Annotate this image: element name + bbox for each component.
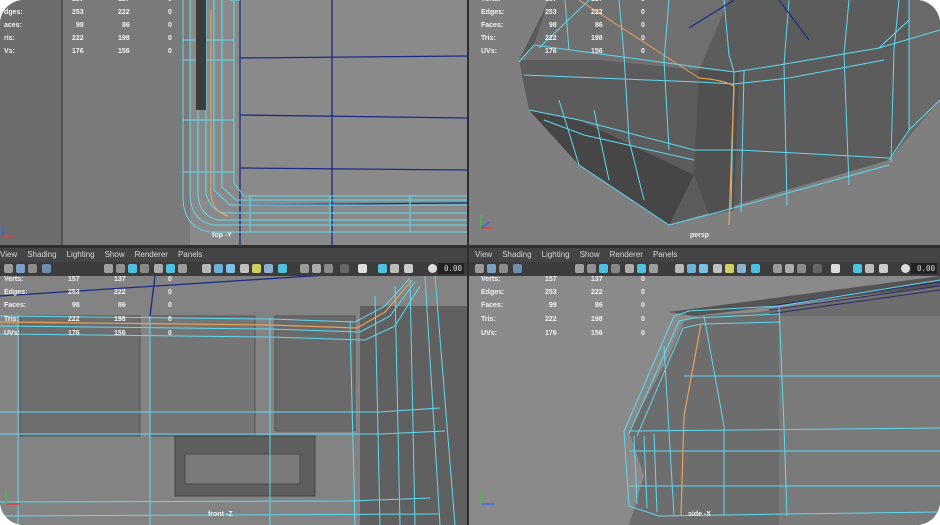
axis-gizmo-icon <box>480 215 493 229</box>
stats-hud-side: Verts: 157 137 0 Edges: 253 222 0 Faces: 98 86 0 … <box>481 276 645 337</box>
axis-gizmo-icon <box>480 491 495 505</box>
isolate-select-icon[interactable] <box>300 264 309 273</box>
viewport-label-side: side -X <box>688 511 711 518</box>
menu-show[interactable]: Show <box>580 248 600 262</box>
xray-joints-icon[interactable] <box>312 264 321 273</box>
frame-selected-icon[interactable] <box>390 264 399 273</box>
menu-shading[interactable]: Shading <box>502 248 531 262</box>
shadows-icon[interactable] <box>252 264 261 273</box>
xray-active-icon[interactable] <box>797 264 806 273</box>
grid-icon[interactable] <box>104 264 113 273</box>
viewport-label-persp: persp <box>690 232 710 239</box>
panel-menu-bar: View Shading Lighting Show Renderer Panels <box>469 248 940 262</box>
film-gate-icon[interactable] <box>587 264 596 273</box>
smooth-shade-icon[interactable] <box>166 264 175 273</box>
camera-attrs-icon[interactable] <box>16 264 25 273</box>
wireframe-icon[interactable] <box>154 264 163 273</box>
menu-panels[interactable]: Panels <box>653 248 677 262</box>
panel-menu-bar: View Shading Lighting Show Renderer Panels <box>0 248 467 262</box>
panel-toolbar: 0.00 <box>0 262 467 276</box>
menu-lighting[interactable]: Lighting <box>542 248 570 262</box>
lights-icon[interactable] <box>240 264 249 273</box>
resolution-gate-icon[interactable] <box>128 264 137 273</box>
film-gate-icon[interactable] <box>116 264 125 273</box>
exposure-icon[interactable] <box>428 264 437 273</box>
wireframe-on-shaded-icon[interactable] <box>687 264 696 273</box>
cube-icon[interactable] <box>675 264 684 273</box>
panel-toolbar: 0.00 <box>469 262 940 276</box>
xray-icon[interactable] <box>226 264 235 273</box>
textured-icon[interactable] <box>178 264 187 273</box>
motion-blur-icon[interactable] <box>278 264 287 273</box>
tumble-icon[interactable] <box>404 264 413 273</box>
frame-selected-icon[interactable] <box>865 264 874 273</box>
tumble-icon[interactable] <box>879 264 888 273</box>
viewport-front[interactable]: View Shading Lighting Show Renderer Panels <box>0 248 467 525</box>
cube-icon[interactable] <box>202 264 211 273</box>
maya-four-view-layout: 1571370 dges:2532220 aces:98860 ris:2221… <box>0 0 940 525</box>
menu-panels[interactable]: Panels <box>178 248 202 262</box>
viewport-divider-horizontal[interactable] <box>0 245 940 248</box>
lights-icon[interactable] <box>713 264 722 273</box>
ambient-occlusion-icon[interactable] <box>737 264 746 273</box>
select-camera-icon[interactable] <box>358 264 367 273</box>
smooth-shade-icon[interactable] <box>637 264 646 273</box>
shadows-icon[interactable] <box>725 264 734 273</box>
menu-view[interactable]: View <box>0 248 17 262</box>
frame-all-icon[interactable] <box>853 264 862 273</box>
menu-shading[interactable]: Shading <box>27 248 56 262</box>
hud-icon[interactable] <box>813 264 822 273</box>
viewport-label-top: top -Y <box>212 232 232 239</box>
xray-joints-icon[interactable] <box>785 264 794 273</box>
bookmark-icon[interactable] <box>28 264 37 273</box>
camera-attrs-icon[interactable] <box>487 264 496 273</box>
stats-hud-front: Verts: 157 137 0 Edges: 253 222 0 Faces: 98 86 0 … <box>4 276 172 337</box>
viewport-top[interactable]: 1571370 dges:2532220 aces:98860 ris:2221… <box>0 0 467 245</box>
wireframe-on-shaded-icon[interactable] <box>214 264 223 273</box>
camera-icon[interactable] <box>475 264 484 273</box>
safe-action-icon[interactable] <box>611 264 620 273</box>
safe-action-icon[interactable] <box>140 264 149 273</box>
viewport-divider-vertical[interactable] <box>467 0 469 525</box>
viewport-side[interactable]: View Shading Lighting Show Renderer Panels <box>469 248 940 525</box>
menu-lighting[interactable]: Lighting <box>67 248 95 262</box>
textured-icon[interactable] <box>649 264 658 273</box>
ambient-occlusion-icon[interactable] <box>264 264 273 273</box>
xray-icon[interactable] <box>699 264 708 273</box>
resolution-gate-icon[interactable] <box>599 264 608 273</box>
viewport-label-front: front -Z <box>208 511 233 518</box>
frame-all-icon[interactable] <box>378 264 387 273</box>
stats-hud-persp: Verts:1571370 Edges:2532220 Faces:98860 … <box>481 0 645 55</box>
bookmark-icon[interactable] <box>499 264 508 273</box>
camera-icon[interactable] <box>4 264 13 273</box>
menu-renderer[interactable]: Renderer <box>135 248 168 262</box>
xray-active-icon[interactable] <box>324 264 333 273</box>
hud-icon[interactable] <box>340 264 349 273</box>
axis-gizmo-icon <box>2 225 14 237</box>
grid-icon[interactable] <box>575 264 584 273</box>
select-camera-icon[interactable] <box>831 264 840 273</box>
menu-view[interactable]: View <box>475 248 492 262</box>
viewport-persp[interactable]: Verts:1571370 Edges:2532220 Faces:98860 … <box>469 0 940 245</box>
menu-renderer[interactable]: Renderer <box>610 248 643 262</box>
motion-blur-icon[interactable] <box>751 264 760 273</box>
exposure-icon[interactable] <box>901 264 910 273</box>
image-plane-icon[interactable] <box>513 264 522 273</box>
wireframe-icon[interactable] <box>625 264 634 273</box>
isolate-select-icon[interactable] <box>773 264 782 273</box>
stats-hud-top: 1571370 dges:2532220 aces:98860 ris:2221… <box>4 0 172 55</box>
axis-gizmo-icon <box>5 491 20 505</box>
exposure-field[interactable]: 0.00 <box>911 263 937 274</box>
image-plane-icon[interactable] <box>42 264 51 273</box>
exposure-field[interactable]: 0.00 <box>438 263 464 274</box>
menu-show[interactable]: Show <box>105 248 125 262</box>
